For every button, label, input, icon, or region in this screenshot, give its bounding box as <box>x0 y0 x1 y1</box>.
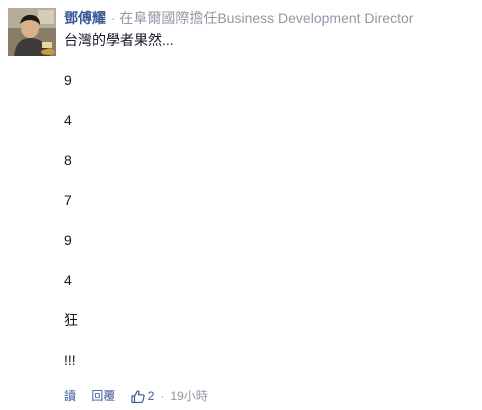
comment-body: 鄧傅耀 · 在阜爾國際擔任Business Development Director… <box>64 9 474 370</box>
action-separator <box>82 386 85 406</box>
action-separator <box>121 386 124 406</box>
avatar-photo <box>8 8 56 56</box>
like-count-button[interactable]: 2 <box>131 386 155 406</box>
comment-line: 9 <box>64 72 72 88</box>
like-count: 2 <box>147 389 155 403</box>
comment-actions: 讀 回覆 2 · 19小時 <box>64 386 208 406</box>
comment-line: 狂 <box>64 312 78 328</box>
comment-line: 9 <box>64 232 72 248</box>
comment-line: 7 <box>64 192 72 208</box>
translate-link[interactable]: 讀 <box>64 386 76 406</box>
comment-line: 8 <box>64 152 72 168</box>
thumbs-up-icon <box>131 389 145 403</box>
action-separator: · <box>160 389 165 403</box>
comment-line: 台灣的學者果然... <box>64 32 174 48</box>
author-name[interactable]: 鄧傅耀 <box>64 10 106 26</box>
author-job-title: 在阜爾國際擔任Business Development Director <box>119 10 414 26</box>
comment-line: 4 <box>64 272 72 288</box>
header-separator: · <box>111 11 116 26</box>
comment-text: 台灣的學者果然... 9 4 8 7 9 4 狂 !!! <box>64 30 474 370</box>
comment-timestamp[interactable]: 19小時 <box>170 386 207 406</box>
avatar[interactable] <box>8 8 56 56</box>
comment-line: 4 <box>64 112 72 128</box>
comment-header: 鄧傅耀 · 在阜爾國際擔任Business Development Director <box>64 9 474 28</box>
comment-line: !!! <box>64 352 76 368</box>
comment: 鄧傅耀 · 在阜爾國際擔任Business Development Director… <box>0 0 482 410</box>
reply-link[interactable]: 回覆 <box>91 386 115 406</box>
